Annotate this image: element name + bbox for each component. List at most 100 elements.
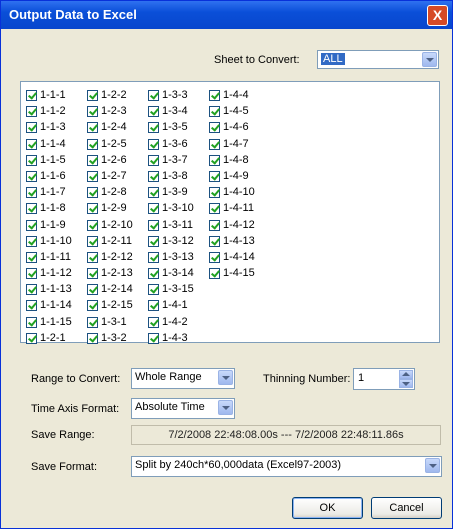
checkbox-checked-icon[interactable] bbox=[209, 170, 220, 182]
channel-label: 1-2-9 bbox=[101, 202, 127, 215]
checkbox-checked-icon[interactable] bbox=[26, 170, 37, 182]
checkbox-checked-icon[interactable] bbox=[209, 251, 220, 263]
checkbox-checked-icon[interactable] bbox=[87, 268, 98, 280]
checkbox-checked-icon[interactable] bbox=[209, 235, 220, 247]
channel-label: 1-1-4 bbox=[40, 137, 66, 150]
checkbox-checked-icon[interactable] bbox=[26, 251, 37, 263]
save-format-select[interactable]: Split by 240ch*60,000data (Excel97-2003) bbox=[131, 456, 442, 477]
checkbox-checked-icon[interactable] bbox=[26, 316, 37, 328]
checkbox-checked-icon[interactable] bbox=[87, 316, 98, 328]
time-axis-format-label: Time Axis Format: bbox=[31, 403, 120, 415]
checkbox-checked-icon[interactable] bbox=[26, 235, 37, 247]
chevron-down-icon[interactable] bbox=[422, 52, 437, 67]
close-button[interactable]: X bbox=[427, 5, 448, 26]
spin-up-icon[interactable] bbox=[399, 370, 413, 379]
channel-label: 1-4-9 bbox=[223, 169, 249, 182]
checkbox-checked-icon[interactable] bbox=[209, 90, 220, 101]
checkbox-checked-icon[interactable] bbox=[26, 187, 37, 199]
sheet-select[interactable]: ALL bbox=[317, 50, 439, 69]
channel-label: 1-3-11 bbox=[162, 218, 193, 231]
checkbox-checked-icon[interactable] bbox=[26, 219, 37, 231]
channel-label: 1-4-6 bbox=[223, 121, 249, 134]
thinning-number-label: Thinning Number: bbox=[263, 373, 351, 385]
checkbox-checked-icon[interactable] bbox=[87, 187, 98, 199]
checkbox-checked-icon[interactable] bbox=[148, 268, 159, 280]
checkbox-checked-icon[interactable] bbox=[148, 138, 159, 150]
checkbox-checked-icon[interactable] bbox=[209, 203, 220, 215]
channel-label: 1-1-12 bbox=[40, 267, 72, 280]
checkbox-checked-icon[interactable] bbox=[148, 187, 159, 199]
channel-label: 1-3-4 bbox=[162, 105, 188, 118]
channel-label: 1-4-12 bbox=[223, 218, 255, 231]
channel-label: 1-2-7 bbox=[101, 169, 127, 182]
save-range-value: 7/2/2008 22:48:08.00s --- 7/2/2008 22:48… bbox=[131, 425, 441, 445]
checkbox-checked-icon[interactable] bbox=[148, 106, 159, 118]
checkbox-checked-icon[interactable] bbox=[26, 138, 37, 150]
checkbox-checked-icon[interactable] bbox=[148, 203, 159, 215]
checkbox-checked-icon[interactable] bbox=[209, 268, 220, 280]
checkbox-checked-icon[interactable] bbox=[87, 138, 98, 150]
checkbox-checked-icon[interactable] bbox=[87, 154, 98, 166]
chevron-down-icon[interactable] bbox=[218, 370, 233, 385]
channel-label: 1-1-6 bbox=[40, 169, 66, 182]
checkbox-checked-icon[interactable] bbox=[148, 251, 159, 263]
checkbox-checked-icon[interactable] bbox=[209, 187, 220, 199]
checkbox-checked-icon[interactable] bbox=[26, 203, 37, 215]
checkbox-checked-icon[interactable] bbox=[26, 106, 37, 118]
checkbox-checked-icon[interactable] bbox=[148, 235, 159, 247]
checkbox-checked-icon[interactable] bbox=[209, 154, 220, 166]
channel-label: 1-2-2 bbox=[101, 89, 127, 101]
dialog-window: Output Data to Excel X Sheet to Convert:… bbox=[0, 0, 453, 529]
chevron-down-icon[interactable] bbox=[218, 400, 233, 415]
checkbox-checked-icon[interactable] bbox=[26, 284, 37, 296]
checkbox-checked-icon[interactable] bbox=[148, 332, 159, 344]
channel-label: 1-3-12 bbox=[162, 234, 194, 247]
ok-button[interactable]: OK bbox=[292, 497, 363, 519]
channel-label: 1-2-12 bbox=[101, 250, 133, 263]
checkbox-checked-icon[interactable] bbox=[148, 170, 159, 182]
checkbox-checked-icon[interactable] bbox=[87, 203, 98, 215]
title-bar[interactable]: Output Data to Excel X bbox=[1, 1, 452, 29]
checkbox-checked-icon[interactable] bbox=[148, 300, 159, 312]
channel-label: 1-3-10 bbox=[162, 202, 194, 215]
spin-down-icon[interactable] bbox=[399, 379, 413, 388]
checkbox-checked-icon[interactable] bbox=[148, 154, 159, 166]
checkbox-checked-icon[interactable] bbox=[148, 90, 159, 101]
checkbox-checked-icon[interactable] bbox=[209, 122, 220, 134]
checkbox-checked-icon[interactable] bbox=[26, 332, 37, 344]
channel-label: 1-3-6 bbox=[162, 137, 188, 150]
checkbox-checked-icon[interactable] bbox=[148, 316, 159, 328]
checkbox-checked-icon[interactable] bbox=[87, 235, 98, 247]
checkbox-checked-icon[interactable] bbox=[87, 106, 98, 118]
checkbox-checked-icon[interactable] bbox=[26, 300, 37, 312]
checkbox-checked-icon[interactable] bbox=[26, 90, 37, 101]
channel-checklist[interactable]: 1-1-1 1-1-2 1-1-3 1-1-4 1-1-5 1-1-6 1-1-7 1-1-8… bbox=[20, 81, 440, 344]
checkbox-checked-icon[interactable] bbox=[148, 122, 159, 134]
channel-label: 1-3-8 bbox=[162, 169, 188, 182]
checkbox-checked-icon[interactable] bbox=[87, 219, 98, 231]
checkbox-checked-icon[interactable] bbox=[209, 138, 220, 150]
channel-label: 1-4-7 bbox=[223, 137, 249, 150]
checkbox-checked-icon[interactable] bbox=[87, 251, 98, 263]
channel-label: 1-1-5 bbox=[40, 153, 66, 166]
checkbox-checked-icon[interactable] bbox=[148, 284, 159, 296]
checkbox-checked-icon[interactable] bbox=[26, 154, 37, 166]
range-select[interactable]: Whole Range bbox=[131, 368, 235, 389]
checkbox-checked-icon[interactable] bbox=[26, 268, 37, 280]
checkbox-checked-icon[interactable] bbox=[87, 170, 98, 182]
checkbox-checked-icon[interactable] bbox=[87, 300, 98, 312]
time-axis-select[interactable]: Absolute Time bbox=[131, 398, 235, 419]
checkbox-checked-icon[interactable] bbox=[87, 90, 98, 101]
chevron-down-icon[interactable] bbox=[425, 458, 440, 473]
thinning-number-stepper[interactable]: 1 bbox=[353, 368, 415, 390]
checkbox-checked-icon[interactable] bbox=[148, 219, 159, 231]
checkbox-checked-icon[interactable] bbox=[87, 284, 98, 296]
checkbox-checked-icon[interactable] bbox=[209, 106, 220, 118]
cancel-button[interactable]: Cancel bbox=[371, 497, 442, 519]
channel-label: 1-2-11 bbox=[101, 234, 132, 247]
checkbox-checked-icon[interactable] bbox=[209, 219, 220, 231]
channel-label: 1-4-2 bbox=[162, 315, 188, 328]
checkbox-checked-icon[interactable] bbox=[87, 122, 98, 134]
checkbox-checked-icon[interactable] bbox=[87, 332, 98, 344]
checkbox-checked-icon[interactable] bbox=[26, 122, 37, 134]
